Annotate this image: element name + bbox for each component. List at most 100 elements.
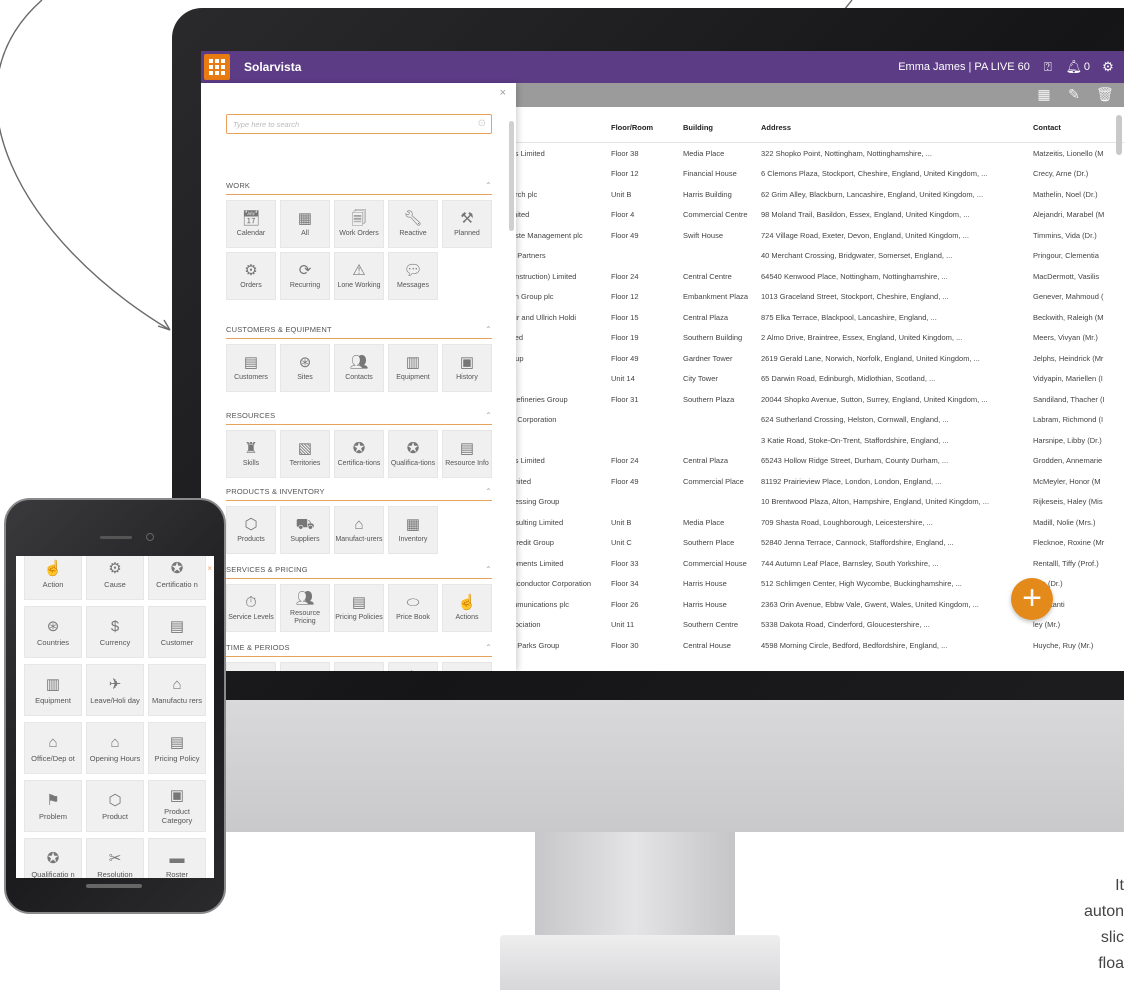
bell-icon[interactable]: 🔔︎ <box>1066 59 1083 75</box>
menu-section-header[interactable]: WORK ⌃ <box>226 177 492 195</box>
chevron-up-icon[interactable]: ⌃ <box>485 565 492 574</box>
chevron-up-icon[interactable]: ⌃ <box>485 181 492 190</box>
phone-tile-opening-hours[interactable]: ⌂ Opening Hours <box>86 722 144 774</box>
table-row[interactable]: nsulting Limited Unit B Media Place 709 Sha… <box>511 512 1124 533</box>
phone-tile-qualificatio-n[interactable]: ✪ Qualificatio n <box>24 838 82 878</box>
menu-tile-manufact-urers[interactable]: ⌂ Manufact-urers <box>334 506 384 554</box>
menu-tile-orders[interactable]: ⚙ Orders <box>226 252 276 300</box>
menu-tile-periods[interactable]: ◎Periods <box>442 662 492 671</box>
add-button[interactable]: + <box>1011 578 1053 620</box>
table-row[interactable]: ks Limited Floor 38 Media Place 322 Shopko … <box>511 143 1124 164</box>
phone-tile-office-dep-ot[interactable]: ⌂ Office/Dep ot <box>24 722 82 774</box>
chevron-up-icon[interactable]: ⌃ <box>485 487 492 496</box>
phone-home-bar[interactable] <box>86 884 142 888</box>
menu-tile-reactive[interactable]: 🔧︎ Reactive <box>388 200 438 248</box>
table-scrollbar[interactable] <box>1116 115 1122 155</box>
help-icon[interactable]: ⍰ <box>1040 59 1056 75</box>
menu-tile-suppliers[interactable]: ⛟ Suppliers <box>280 506 330 554</box>
table-row[interactable]: oup Floor 49 Gardner Tower 2619 Gerald Lane… <box>511 348 1124 369</box>
chevron-up-icon[interactable]: ⌃ <box>485 325 492 334</box>
pencil-icon[interactable]: ✎ <box>1066 86 1082 102</box>
column-header-floor[interactable]: Floor/Room <box>611 123 683 132</box>
menu-search-input[interactable]: Type here to search ⊙ <box>226 114 492 134</box>
close-icon[interactable]: × <box>500 87 506 99</box>
trash-icon[interactable]: 🗑︎ <box>1096 86 1114 102</box>
phone-tile-product-category[interactable]: ▣ Product Category <box>148 780 206 832</box>
table-row[interactable]: g Corporation 624 Sutherland Crossing, He… <box>511 410 1124 431</box>
table-row[interactable]: Refineries Group Floor 31 Southern Plaza 20… <box>511 389 1124 410</box>
menu-tile-shift-patterns[interactable]: ⌚︎Shift Patterns <box>280 662 330 671</box>
phone-tile-certificatio-n[interactable]: ✪ Certificatio n <box>148 556 206 600</box>
search-icon[interactable]: ⊙ <box>478 118 486 129</box>
menu-section-header[interactable]: SERVICES & PRICING ⌃ <box>226 561 492 579</box>
table-row[interactable]: onstruction) Limited Floor 24 Central Cent… <box>511 266 1124 287</box>
menu-tile-recurring[interactable]: ⟳ Recurring <box>280 252 330 300</box>
menu-section-header[interactable]: TIME & PERIODS ⌃ <box>226 639 492 657</box>
menu-tile-resource-pricing[interactable]: 👥︎ Resource Pricing <box>280 584 330 632</box>
menu-section-header[interactable]: CUSTOMERS & EQUIPMENT ⌃ <box>226 321 492 339</box>
table-row[interactable]: cs Limited Floor 24 Central Plaza 65243 Hol… <box>511 451 1124 472</box>
phone-close-icon[interactable]: × <box>207 564 212 573</box>
menu-tile-leave-holidays[interactable]: ✈Leave/ Holidays <box>388 662 438 671</box>
grid-view-icon[interactable]: ▦ <box>1036 86 1052 102</box>
menu-tile-skills[interactable]: ♜ Skills <box>226 430 276 478</box>
menu-tile-service-levels[interactable]: ⏱︎ Service Levels <box>226 584 276 632</box>
menu-tile-opening-times[interactable]: ⌂Opening Times <box>226 662 276 671</box>
phone-tile-currency[interactable]: $ Currency <box>86 606 144 658</box>
menu-tile-qualifica-tions[interactable]: ✪ Qualifica-tions <box>388 430 438 478</box>
column-header-building[interactable]: Building <box>683 123 761 132</box>
phone-tile-customer[interactable]: ▤ Customer <box>148 606 206 658</box>
menu-tile-sites[interactable]: ⊛ Sites <box>280 344 330 392</box>
table-row[interactable]: ipments Limited Floor 33 Commercial House 7… <box>511 553 1124 574</box>
menu-tile-actions[interactable]: ☝ Actions <box>442 584 492 632</box>
user-label[interactable]: Emma James | PA LIVE 60 <box>898 61 1030 73</box>
settings-icon[interactable]: ⚙ <box>1100 59 1116 75</box>
phone-tile-countries[interactable]: ⊛ Countries <box>24 606 82 658</box>
table-row[interactable]: cessing Group 10 Brentwood Plaza, Alton, … <box>511 492 1124 513</box>
menu-tile-pricing-policies[interactable]: ▤ Pricing Policies <box>334 584 384 632</box>
phone-tile-resolution[interactable]: ✂ Resolution <box>86 838 144 878</box>
menu-scrollbar[interactable] <box>509 121 514 231</box>
menu-tile-equipment[interactable]: ▥ Equipment <box>388 344 438 392</box>
menu-tile-resource-info[interactable]: ▤ Resource Info <box>442 430 492 478</box>
chevron-up-icon[interactable]: ⌃ <box>485 411 492 420</box>
phone-tile-leave-holi-day[interactable]: ✈ Leave/Holi day <box>86 664 144 716</box>
table-row[interactable]: Floor 12 Financial House 6 Clemons Plaza, … <box>511 164 1124 185</box>
menu-tile-territories[interactable]: ▧ Territories <box>280 430 330 478</box>
phone-tile-cause[interactable]: ⚙ Cause <box>86 556 144 600</box>
menu-tile-price-book[interactable]: ⬭ Price Book <box>388 584 438 632</box>
menu-section-header[interactable]: PRODUCTS & INVENTORY ⌃ <box>226 483 492 501</box>
table-row[interactable]: imited Floor 49 Commercial Place 81192 Prai… <box>511 471 1124 492</box>
table-row[interactable]: ttir and Ullrich Holdi Floor 15 Central Pl… <box>511 307 1124 328</box>
table-row[interactable]: mited Floor 4 Commercial Centre 98 Moland T… <box>511 205 1124 226</box>
phone-tile-product[interactable]: ⬡ Product <box>86 780 144 832</box>
menu-tile-rosters[interactable]: ▬Rosters <box>334 662 384 671</box>
table-row[interactable]: 3 Katie Road, Stoke-On-Trent, Staffordsh… <box>511 430 1124 451</box>
table-row[interactable]: ch Group plc Floor 12 Embankment Plaza 1013… <box>511 287 1124 308</box>
menu-tile-products[interactable]: ⬡ Products <box>226 506 276 554</box>
table-row[interactable]: aste Management plc Floor 49 Swift House 72… <box>511 225 1124 246</box>
menu-tile-certifica-tions[interactable]: ✪ Certifica-tions <box>334 430 384 478</box>
phone-tile-problem[interactable]: ⚑ Problem <box>24 780 82 832</box>
menu-section-header[interactable]: RESOURCES ⌃ <box>226 407 492 425</box>
menu-tile-inventory[interactable]: ▦ Inventory <box>388 506 438 554</box>
phone-tile-equipment[interactable]: ▥ Equipment <box>24 664 82 716</box>
table-row[interactable]: e Parks Group Floor 30 Central House 4598 M… <box>511 635 1124 656</box>
menu-tile-all[interactable]: ▦ All <box>280 200 330 248</box>
table-row[interactable]: ited Floor 19 Southern Building 2 Almo Driv… <box>511 328 1124 349</box>
phone-tile-action[interactable]: ☝ Action <box>24 556 82 600</box>
menu-tile-history[interactable]: ▣ History <box>442 344 492 392</box>
phone-tile-manufactu-rers[interactable]: ⌂ Manufactu rers <box>148 664 206 716</box>
column-header-contact[interactable]: Contact <box>1033 123 1124 132</box>
table-row[interactable]: arch plc Unit B Harris Building 62 Grim All… <box>511 184 1124 205</box>
table-row[interactable]: lcUnit 14 City Tower 65 Darwin Road, Edinb… <box>511 369 1124 390</box>
menu-tile-messages[interactable]: 💬︎ Messages <box>388 252 438 300</box>
table-row[interactable]: Credit Group Unit C Southern Place 52840 Je… <box>511 533 1124 554</box>
menu-tile-customers[interactable]: ▤ Customers <box>226 344 276 392</box>
menu-tile-work-orders[interactable]: 🗐 Work Orders <box>334 200 384 248</box>
phone-tile-roster[interactable]: ▬ Roster <box>148 838 206 878</box>
menu-tile-contacts[interactable]: 👥︎ Contacts <box>334 344 384 392</box>
app-launcher-icon[interactable] <box>204 54 230 80</box>
table-row[interactable]: g Partners 40 Merchant Crossing, Bridgwat… <box>511 246 1124 267</box>
phone-tile-pricing-policy[interactable]: ▤ Pricing Policy <box>148 722 206 774</box>
